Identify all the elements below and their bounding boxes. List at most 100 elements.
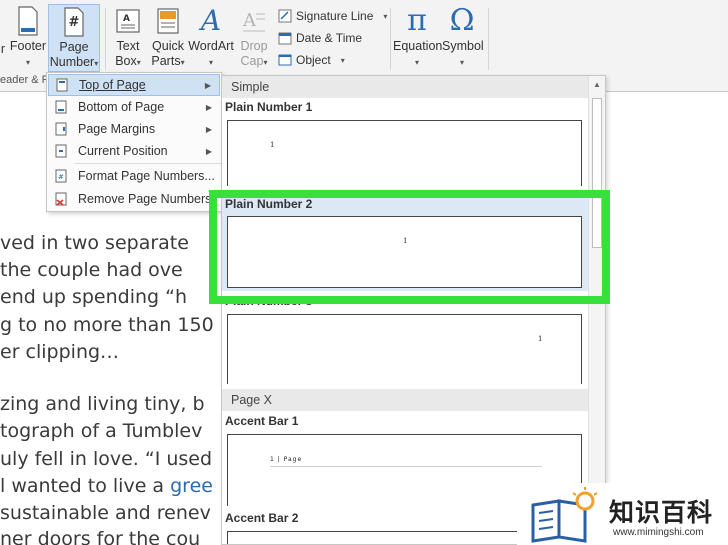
highlight-box xyxy=(209,190,610,304)
group-divider xyxy=(105,8,106,70)
gallery-item-plain-number-1[interactable]: 1 xyxy=(227,120,582,186)
menu-item-bottom-of-page[interactable]: Bottom of Page ▶ xyxy=(48,96,220,118)
text-box-button[interactable]: A Text Box▾ xyxy=(110,6,146,70)
document-text-line: zing and living tiny, b xyxy=(0,393,205,415)
date-time-label: Date & Time xyxy=(296,31,363,45)
document-text-line: end up spending “h xyxy=(0,286,188,308)
menu-item-label: Top of Page xyxy=(79,78,146,92)
accent-bar-line xyxy=(270,466,542,467)
menu-item-remove-page-numbers[interactable]: Remove Page Numbers xyxy=(48,188,220,210)
header-button-partial[interactable]: r xyxy=(0,42,8,57)
symbol-button[interactable]: Ω Symbol ▾ xyxy=(442,3,484,70)
menu-item-label: Current Position xyxy=(78,144,168,158)
top-of-page-gallery: Simple Plain Number 1 1 Plain Number 2 1… xyxy=(221,75,606,545)
gallery-section-page-x: Page X xyxy=(222,389,588,411)
chevron-right-icon: ▶ xyxy=(205,124,212,134)
svg-text:A: A xyxy=(123,14,130,24)
chevron-down-icon: ▾ xyxy=(263,58,268,67)
equation-button[interactable]: π Equation ▾ xyxy=(393,3,443,70)
gallery-item-plain-number-3[interactable]: 1 xyxy=(227,314,582,384)
group-divider xyxy=(390,8,391,70)
chevron-down-icon: ▾ xyxy=(136,58,141,67)
text-box-label-line2: Box xyxy=(115,54,137,68)
omega-icon: Ω xyxy=(449,3,475,38)
menu-item-page-margins[interactable]: Page Margins ▶ xyxy=(48,118,220,140)
object-icon xyxy=(278,54,292,66)
object-button[interactable]: Object ▾ xyxy=(278,53,345,67)
format-numbers-icon: # xyxy=(55,169,67,183)
gallery-scrollbar[interactable]: ▲ xyxy=(588,76,605,544)
gallery-item-label: Accent Bar 1 xyxy=(225,414,299,428)
menu-item-label: Page Margins xyxy=(78,122,156,136)
document-text-line: er clipping… xyxy=(0,341,120,363)
document-text-line: g to no more than 150 xyxy=(0,314,214,336)
chevron-down-icon: ▾ xyxy=(180,58,185,67)
drop-cap-label-line1: Drop xyxy=(240,39,268,53)
menu-divider xyxy=(75,163,221,164)
gallery-item-label: Plain Number 1 xyxy=(225,100,313,114)
page-number-sample: 1 xyxy=(270,141,275,149)
drop-cap-label-line2: Cap xyxy=(240,54,264,68)
text-box-label-line1: Text xyxy=(116,39,140,53)
remove-numbers-icon xyxy=(55,192,67,206)
signature-line-label: Signature Line xyxy=(296,9,374,23)
text-box-icon: A xyxy=(116,9,140,33)
document-text-line: the couple had ove xyxy=(0,259,183,281)
equation-label: Equation xyxy=(393,39,443,53)
chevron-down-icon: ▾ xyxy=(414,58,419,67)
chevron-down-icon: ▾ xyxy=(340,55,345,65)
pi-icon: π xyxy=(407,3,427,38)
quick-parts-label-line1: Quick xyxy=(152,39,184,53)
svg-text:#: # xyxy=(69,15,80,30)
footer-button-label: Footer xyxy=(9,39,47,53)
document-text-line: uly fell in love. “I used xyxy=(0,448,213,470)
svg-text:A: A xyxy=(242,10,257,31)
chevron-down-icon: ▾ xyxy=(459,58,464,67)
signature-pen-icon xyxy=(278,9,292,23)
menu-item-label: Format Page Numbers... xyxy=(78,169,215,183)
document-text-line: l wanted to live a gree xyxy=(0,475,213,497)
chevron-down-icon: ▾ xyxy=(94,59,99,68)
page-margins-icon xyxy=(55,122,67,136)
signature-line-button[interactable]: Signature Line ▾ xyxy=(278,9,387,23)
drop-cap-icon: A xyxy=(242,10,265,32)
document-text-line: ved in two separate xyxy=(0,232,189,254)
wordart-button[interactable]: A WordArt ▾ xyxy=(188,6,234,70)
symbol-label: Symbol xyxy=(442,39,484,53)
calendar-icon xyxy=(278,32,292,45)
page-number-button[interactable]: # Page Number▾ xyxy=(48,4,100,72)
document-link[interactable]: gree xyxy=(170,475,213,497)
chevron-down-icon: ▾ xyxy=(25,58,30,67)
wordart-label: WordArt xyxy=(188,39,234,53)
drop-cap-button[interactable]: A Drop Cap▾ xyxy=(237,6,271,70)
document-text-line: tograph of a Tumblev xyxy=(0,420,203,442)
quick-parts-label-line2: Parts xyxy=(151,54,181,68)
accent-bar-sample: 1 | Page xyxy=(270,456,303,463)
page-number-menu: Top of Page ▶ Bottom of Page ▶ Page Marg… xyxy=(46,72,222,212)
quick-parts-button[interactable]: Quick Parts▾ xyxy=(150,6,186,70)
chevron-right-icon: ▶ xyxy=(205,146,212,156)
book-lightbulb-logo-icon xyxy=(531,487,598,543)
document-text-segment: l wanted to live a xyxy=(0,475,171,497)
quick-parts-icon xyxy=(157,8,179,34)
chevron-right-icon: ▶ xyxy=(204,80,211,90)
wordart-icon: A xyxy=(200,4,222,37)
scroll-up-arrow-icon[interactable]: ▲ xyxy=(593,80,601,89)
chevron-down-icon: ▾ xyxy=(208,58,213,67)
object-label: Object xyxy=(296,53,331,67)
menu-item-format-page-numbers[interactable]: # Format Page Numbers... xyxy=(48,165,220,187)
document-text-line: ner doors for the cou xyxy=(0,528,201,545)
menu-item-current-position[interactable]: Current Position ▶ xyxy=(48,140,220,162)
menu-item-label: Remove Page Numbers xyxy=(78,192,212,206)
watermark: 知识百科 www.mimingshi.com xyxy=(517,483,728,545)
page-number-label-line2: Number xyxy=(49,55,95,69)
date-time-button[interactable]: Date & Time xyxy=(278,31,362,45)
page-top-icon xyxy=(56,78,68,92)
footer-icon xyxy=(18,6,38,36)
menu-item-label: Bottom of Page xyxy=(78,100,165,114)
footer-button[interactable]: Footer ▾ xyxy=(8,6,48,70)
group-divider xyxy=(488,8,489,70)
menu-item-top-of-page[interactable]: Top of Page ▶ xyxy=(48,74,220,96)
page-number-icon: # xyxy=(64,7,84,37)
header-footer-group-label: eader & F xyxy=(0,74,49,86)
